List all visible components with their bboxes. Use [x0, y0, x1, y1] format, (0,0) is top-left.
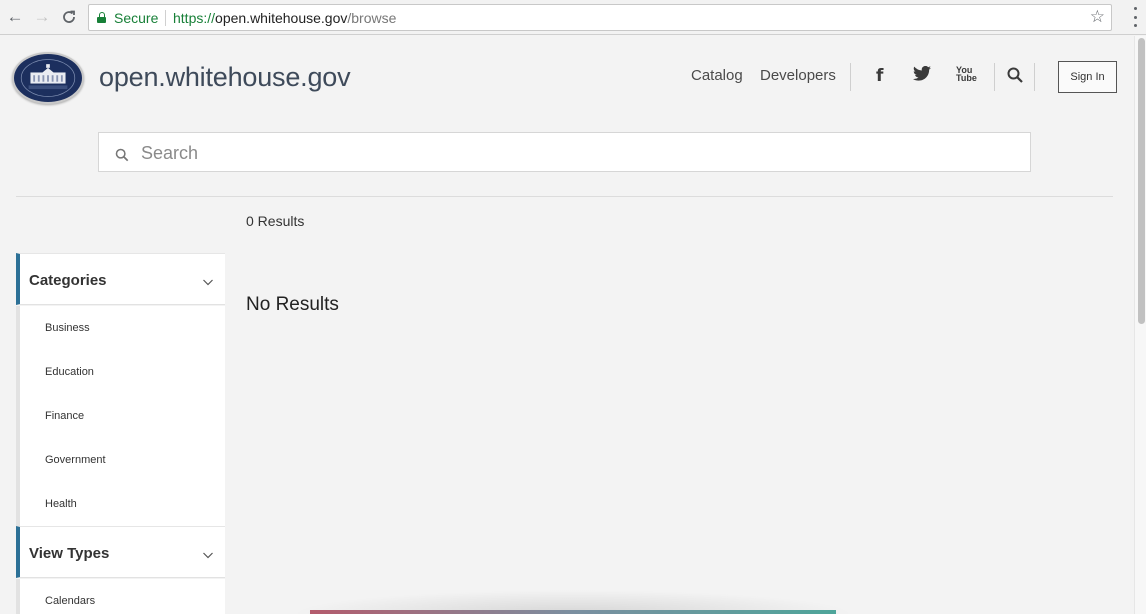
facet-item-calendars[interactable]: Calendars — [20, 579, 225, 614]
nav-developers-link[interactable]: Developers — [760, 67, 836, 84]
youtube-line2: Tube — [956, 73, 977, 83]
scrollbar[interactable] — [1134, 36, 1146, 614]
nav-divider — [994, 63, 995, 91]
no-results-message: No Results — [246, 294, 339, 315]
facet-item-business[interactable]: Business — [20, 306, 225, 350]
lock-icon — [97, 12, 106, 23]
popup-edge — [310, 610, 836, 614]
chevron-down-icon[interactable] — [203, 547, 213, 559]
menu-icon[interactable] — [1133, 7, 1137, 27]
youtube-icon[interactable]: You Tube — [956, 66, 977, 83]
nav-divider — [1034, 63, 1035, 91]
star-icon[interactable]: ☆ — [1090, 7, 1105, 27]
scrollbar-thumb[interactable] — [1138, 38, 1145, 324]
forward-arrow-icon[interactable]: → — [31, 6, 53, 28]
facet-list-view-types: Calendars — [16, 579, 225, 614]
secure-label: Secure — [114, 10, 159, 26]
search-input[interactable] — [141, 139, 1011, 167]
twitter-icon[interactable] — [913, 65, 931, 86]
search-icon[interactable] — [1007, 67, 1023, 88]
url-host: open.whitehouse.gov — [215, 10, 348, 26]
facet-header-categories[interactable]: Categories — [16, 253, 225, 305]
browser-toolbar: ← → Secure https://open.whitehouse.gov/b… — [0, 0, 1146, 35]
facet-list-categories: Business Education Finance Government He… — [16, 306, 225, 526]
chevron-down-icon[interactable] — [203, 274, 213, 286]
search-bar[interactable] — [98, 132, 1031, 172]
facet-item-health[interactable]: Health — [20, 482, 225, 526]
url-path: /browse — [347, 10, 397, 26]
facebook-icon[interactable]: f — [876, 66, 883, 86]
facet-item-education[interactable]: Education — [20, 350, 225, 394]
nav-catalog-link[interactable]: Catalog — [691, 67, 743, 84]
facet-item-government[interactable]: Government — [20, 438, 225, 482]
facet-title: Categories — [29, 272, 107, 289]
address-bar[interactable]: Secure https://open.whitehouse.gov/brows… — [88, 4, 1112, 31]
search-icon — [115, 148, 129, 167]
results-count: 0 Results — [246, 213, 305, 229]
divider — [165, 10, 166, 26]
site-title[interactable]: open.whitehouse.gov — [99, 62, 351, 93]
url-text[interactable]: https://open.whitehouse.gov/browse — [173, 10, 396, 26]
back-arrow-icon[interactable]: ← — [4, 6, 26, 28]
nav-divider — [850, 63, 851, 91]
white-house-logo[interactable] — [12, 52, 84, 104]
divider — [16, 196, 1113, 197]
facet-title: View Types — [29, 545, 110, 562]
facet-header-view-types[interactable]: View Types — [16, 526, 225, 578]
reload-icon[interactable] — [58, 6, 80, 28]
sign-in-button[interactable]: Sign In — [1058, 61, 1117, 93]
facet-item-finance[interactable]: Finance — [20, 394, 225, 438]
url-scheme: https:// — [173, 10, 216, 26]
